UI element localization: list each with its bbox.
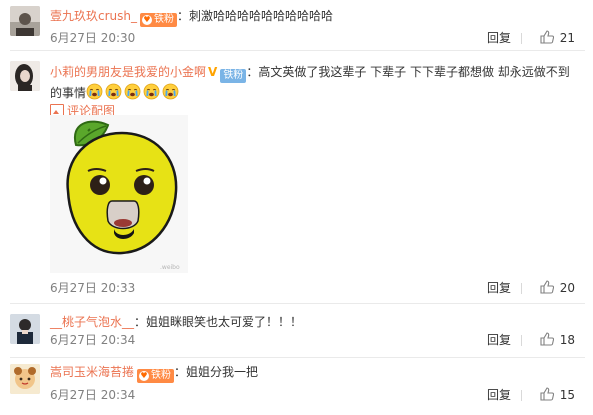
lemon-sticker[interactable]: .weibo: [50, 115, 188, 273]
comment-item: 小莉的男朋友是我爱的小金啊 V 铁粉 ：高文英做了我这辈子 下辈子 下下辈子都想做 却…: [0, 51, 593, 301]
colon: ：: [177, 9, 190, 23]
like-count: 18: [559, 333, 575, 347]
comment-text: 刺激哈哈哈哈哈哈哈哈哈哈: [189, 9, 334, 23]
divider: [521, 335, 522, 346]
like-button[interactable]: 18: [540, 331, 575, 349]
comment-item: 壹九玖玖crush_ ♥ 铁粉 ：刺激哈哈哈哈哈哈哈哈哈哈 6月27日 20:30 回…: [0, 0, 593, 52]
timestamp: 6月27日 20:34: [50, 388, 136, 402]
fan-badge-icon: ♥: [139, 371, 150, 381]
svg-text:.weibo: .weibo: [160, 264, 180, 271]
like-count: 15: [559, 388, 575, 402]
crying-face-emoji: [162, 83, 179, 100]
emoji-group: [86, 83, 181, 100]
username-link[interactable]: 壹九玖玖crush_: [50, 9, 137, 23]
crying-face-emoji: [143, 83, 160, 100]
fan-badge-icon: ♥: [142, 15, 152, 25]
fan-badge[interactable]: ♥ 铁粉: [140, 13, 177, 27]
like-button[interactable]: 15: [540, 386, 575, 404]
comment-meta: 6月27日 20:34 回复 18: [50, 331, 575, 349]
crying-face-emoji: [105, 83, 122, 100]
thumbs-up-icon: [540, 30, 554, 44]
divider: [521, 283, 522, 294]
timestamp: 6月27日 20:30: [50, 31, 136, 45]
comment-meta: 6月27日 20:34 回复 15: [50, 386, 575, 404]
username-link[interactable]: __桃子气泡水__: [50, 315, 134, 329]
divider: [521, 390, 522, 401]
thumbs-up-icon: [540, 280, 554, 294]
avatar[interactable]: [10, 314, 40, 344]
fan-badge[interactable]: ♥ 铁粉: [137, 369, 175, 383]
like-button[interactable]: 20: [540, 279, 575, 297]
comment-text: 姐姐分我一把: [186, 365, 259, 379]
comment-list: 壹九玖玖crush_ ♥ 铁粉 ：刺激哈哈哈哈哈哈哈哈哈哈 6月27日 20:30 回…: [0, 0, 593, 415]
comment-body: 嵩司玉米海苔捲 ♥ 铁粉 ：姐姐分我一把: [50, 363, 575, 383]
comment-body: 小莉的男朋友是我爱的小金啊 V 铁粉 ：高文英做了我这辈子 下辈子 下下辈子都想做 却…: [50, 63, 575, 120]
comment-meta: 6月27日 20:30 回复 21: [50, 29, 575, 47]
colon: ：: [174, 365, 187, 379]
crying-face-emoji: [124, 83, 141, 100]
reply-button[interactable]: 回复: [487, 331, 511, 349]
colon: ：: [134, 315, 147, 329]
reply-button[interactable]: 回复: [487, 386, 511, 404]
crying-face-emoji: [86, 83, 103, 100]
like-button[interactable]: 21: [540, 29, 575, 47]
reply-button[interactable]: 回复: [487, 279, 511, 297]
comment-body: 壹九玖玖crush_ ♥ 铁粉 ：刺激哈哈哈哈哈哈哈哈哈哈: [50, 7, 575, 27]
like-count: 20: [559, 281, 575, 295]
comment-meta: 6月27日 20:33 回复 20: [50, 279, 575, 297]
avatar[interactable]: [10, 61, 40, 91]
username-link[interactable]: 小莉的男朋友是我爱的小金啊: [50, 65, 206, 79]
comment-text: 姐姐眯眼笑也太可爱了！！！: [146, 315, 303, 329]
verified-icon: V: [208, 65, 218, 79]
divider: [521, 33, 522, 44]
reply-button[interactable]: 回复: [487, 29, 511, 47]
timestamp: 6月27日 20:34: [50, 333, 136, 347]
fan-badge[interactable]: 铁粉: [220, 69, 247, 83]
comment-item: 嵩司玉米海苔捲 ♥ 铁粉 ：姐姐分我一把 6月27日 20:34 回复 15: [0, 358, 593, 415]
timestamp: 6月27日 20:33: [50, 281, 136, 295]
like-count: 21: [559, 31, 575, 45]
comment-item: __桃子气泡水__：姐姐眯眼笑也太可爱了！！！ 6月27日 20:34 回复 1…: [0, 304, 593, 356]
avatar[interactable]: [10, 6, 40, 36]
thumbs-up-icon: [540, 387, 554, 401]
comment-body: __桃子气泡水__：姐姐眯眼笑也太可爱了！！！: [50, 313, 575, 331]
thumbs-up-icon: [540, 332, 554, 346]
colon: ：: [246, 65, 259, 79]
avatar[interactable]: [10, 364, 40, 394]
username-link[interactable]: 嵩司玉米海苔捲: [50, 365, 134, 379]
